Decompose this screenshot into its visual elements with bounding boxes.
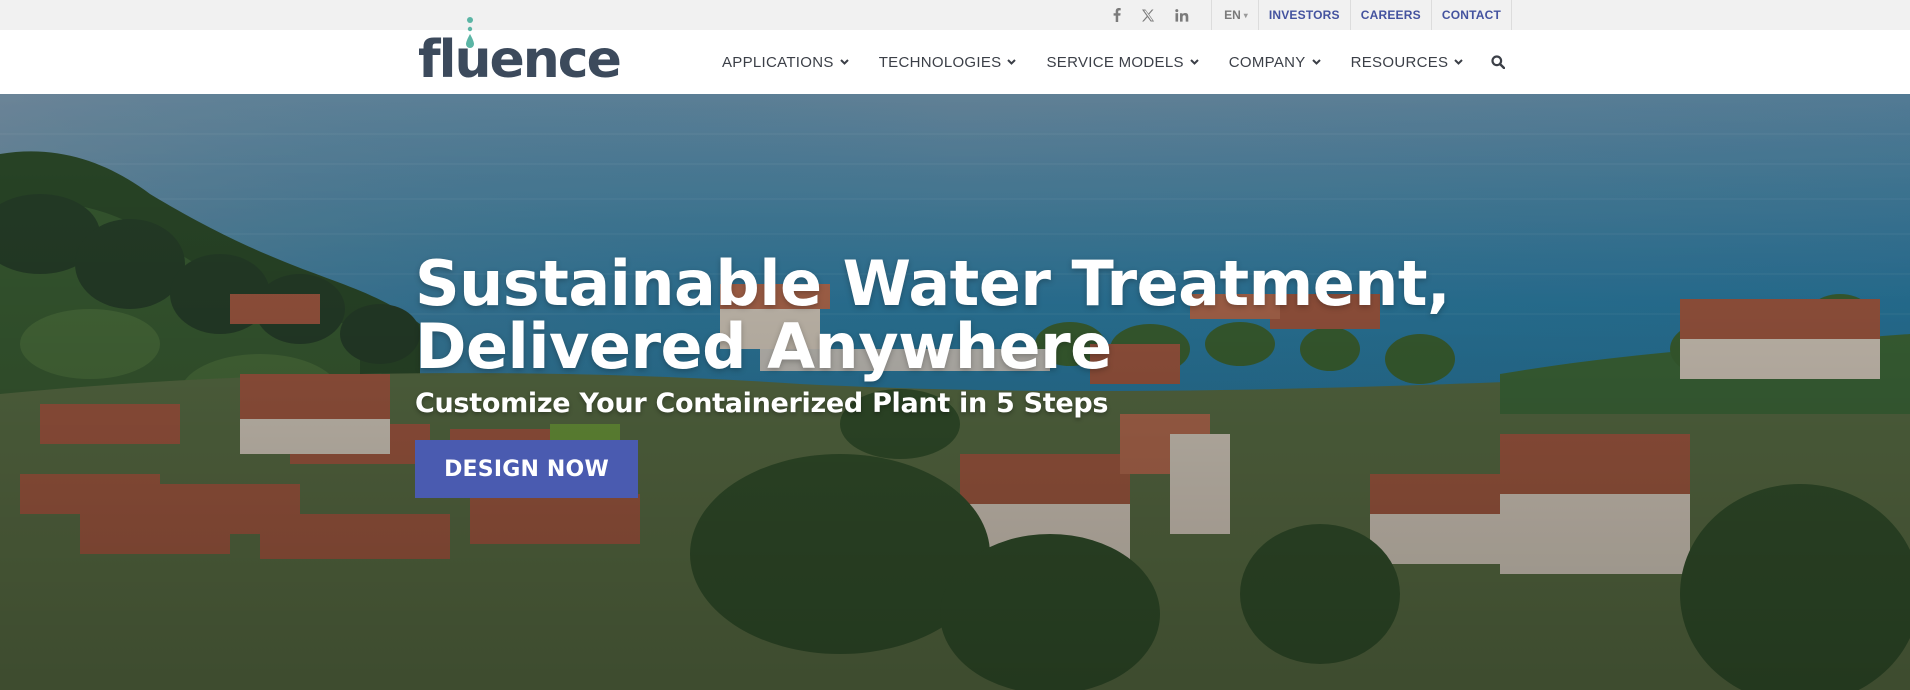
chevron-down-icon — [1190, 59, 1199, 65]
investors-link[interactable]: INVESTORS — [1259, 0, 1350, 30]
hero-title-line-2: Delivered Anywhere — [415, 310, 1112, 383]
x-twitter-icon[interactable] — [1141, 9, 1155, 22]
fluence-logo[interactable]: fluence — [418, 16, 622, 88]
nav-label: APPLICATIONS — [722, 53, 834, 71]
social-links — [1113, 8, 1189, 22]
chevron-down-icon — [839, 59, 849, 65]
hero-content: Sustainable Water Treatment, Delivered A… — [415, 252, 1515, 498]
hero-banner: Sustainable Water Treatment, Delivered A… — [0, 94, 1910, 690]
chevron-down-icon — [1007, 59, 1017, 65]
logo-wordmark: fluence — [418, 30, 622, 90]
language-label: EN — [1224, 8, 1241, 22]
main-header: fluence APPLICATIONS TECHNOLOGIES SERVIC… — [0, 17, 1910, 94]
nav-service-models[interactable]: SERVICE MODELS — [1046, 53, 1199, 71]
nav-label: COMPANY — [1228, 53, 1306, 71]
careers-link[interactable]: CAREERS — [1351, 0, 1431, 30]
contact-link[interactable]: CONTACT — [1432, 0, 1511, 30]
chevron-down-icon — [1311, 59, 1321, 65]
design-now-button[interactable]: DESIGN NOW — [415, 440, 638, 498]
nav-label: RESOURCES — [1350, 53, 1449, 71]
hero-subtitle: Customize Your Containerized Plant in 5 … — [415, 388, 1109, 419]
utility-bar: EN ▾ INVESTORS CAREERS CONTACT — [0, 0, 1910, 30]
chevron-down-icon — [1454, 59, 1464, 65]
linkedin-icon[interactable] — [1175, 8, 1189, 22]
nav-resources[interactable]: RESOURCES — [1351, 54, 1464, 71]
primary-nav: APPLICATIONS TECHNOLOGIES SERVICE MODELS… — [722, 30, 1506, 94]
logo-droplet-icon — [466, 17, 474, 48]
nav-company[interactable]: COMPANY — [1229, 54, 1321, 71]
facebook-icon[interactable] — [1113, 8, 1121, 22]
language-selector[interactable]: EN ▾ — [1212, 8, 1258, 22]
hero-title: Sustainable Water Treatment, Delivered A… — [415, 252, 1515, 378]
nav-label: SERVICE MODELS — [1046, 53, 1184, 71]
utility-bar-inner: EN ▾ INVESTORS CAREERS CONTACT — [1113, 0, 1512, 30]
nav-label: TECHNOLOGIES — [878, 53, 1002, 71]
nav-technologies[interactable]: TECHNOLOGIES — [879, 54, 1017, 71]
utility-divider — [1511, 0, 1512, 30]
chevron-down-icon: ▾ — [1243, 10, 1248, 20]
nav-applications[interactable]: APPLICATIONS — [722, 54, 849, 71]
search-icon[interactable] — [1491, 55, 1506, 69]
